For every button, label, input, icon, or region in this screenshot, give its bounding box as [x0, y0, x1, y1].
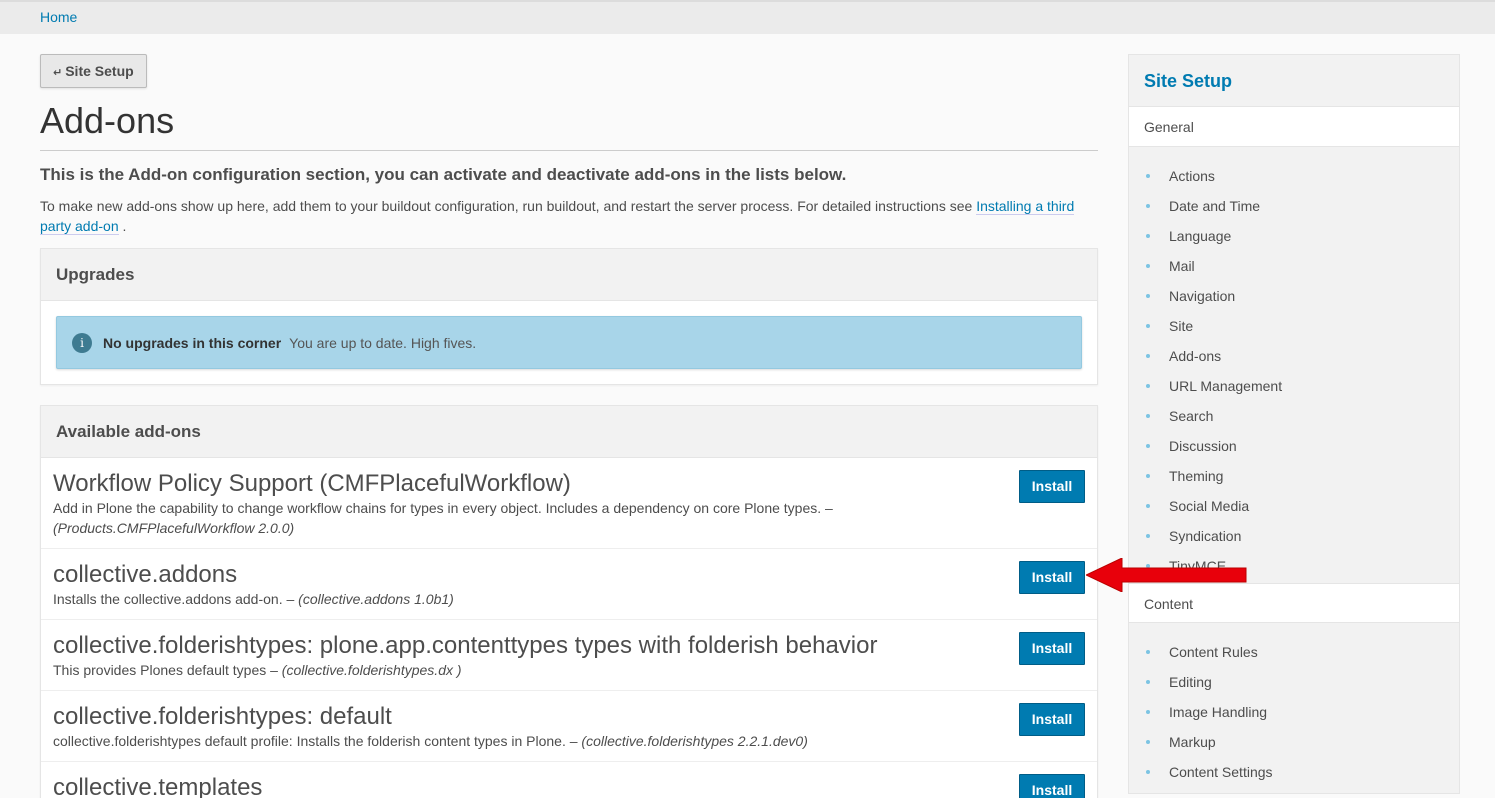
addon-description: collective.folderishtypes default profil… — [53, 733, 808, 749]
info-title: No upgrades in this corner — [103, 334, 282, 351]
portlet-title[interactable]: Site Setup — [1129, 55, 1459, 107]
install-button[interactable]: Install — [1019, 632, 1085, 665]
addon-product: (collective.folderishtypes 2.2.1.dev0) — [581, 733, 808, 749]
sidebar-link-date-and-time[interactable]: Date and Time — [1129, 191, 1459, 221]
content-list: Content Rules Editing Image Handling Markup… — [1129, 623, 1459, 793]
general-list: Actions Date and Time Language Mail Navigati… — [1129, 147, 1459, 583]
sidebar-link-mail[interactable]: Mail — [1129, 251, 1459, 281]
sidebar-link-actions[interactable]: Actions — [1129, 161, 1459, 191]
upgrades-info-message: i No upgrades in this corner You are up … — [56, 316, 1082, 369]
addon-item: collective.folderishtypes: default colle… — [41, 690, 1097, 761]
addon-title: collective.folderishtypes: plone.app.con… — [53, 632, 878, 659]
upgrades-panel: Upgrades i No upgrades in this corner Yo… — [40, 248, 1098, 385]
addon-description: This provides Plones default types – (co… — [53, 662, 462, 678]
sidebar-link-editing[interactable]: Editing — [1129, 667, 1459, 697]
addon-item: collective.addons Installs the collectiv… — [41, 548, 1097, 619]
sidebar-link-navigation[interactable]: Navigation — [1129, 281, 1459, 311]
main-content: ↵ Site Setup Add-ons This is the Add-on c… — [40, 54, 1098, 798]
return-arrow-icon: ↵ — [53, 67, 63, 79]
addon-product: (collective.folderishtypes.dx ) — [281, 662, 462, 678]
addon-description: Installs the collective.addons add-on. –… — [53, 591, 454, 607]
lead-text: This is the Add-on configuration section… — [40, 165, 847, 184]
red-arrow-icon — [1086, 558, 1247, 592]
available-addons-panel: Available add-ons Workflow Policy Suppor… — [40, 405, 1098, 798]
addon-item: collective.templates Install — [41, 761, 1097, 798]
addon-product: (collective.addons 1.0b1) — [298, 591, 454, 607]
description-text: To make new add-ons show up here, add th… — [40, 198, 977, 214]
install-button[interactable]: Install — [1019, 561, 1085, 594]
info-text: You are up to date. High fives. — [289, 334, 477, 351]
sidebar-link-social-media[interactable]: Social Media — [1129, 491, 1459, 521]
site-setup-back-label: Site Setup — [65, 63, 134, 79]
addon-item: collective.folderishtypes: plone.app.con… — [41, 619, 1097, 690]
upgrades-heading: Upgrades — [41, 249, 1097, 301]
general-list-clip: Actions Date and Time Language Mail Navigati… — [1129, 147, 1459, 583]
sidebar-link-discussion[interactable]: Discussion — [1129, 431, 1459, 461]
sidebar-link-language[interactable]: Language — [1129, 221, 1459, 251]
sidebar-link-markup[interactable]: Markup — [1129, 727, 1459, 757]
info-icon: i — [72, 332, 92, 353]
sidebar-link-theming[interactable]: Theming — [1129, 461, 1459, 491]
install-button[interactable]: Install — [1019, 774, 1085, 798]
sidebar-link-url-management[interactable]: URL Management — [1129, 371, 1459, 401]
sidebar-link-add-ons[interactable]: Add-ons — [1129, 341, 1459, 371]
addon-title: collective.addons — [53, 561, 238, 588]
addon-product: (Products.CMFPlacefulWorkflow 2.0.0) — [53, 520, 295, 536]
addon-title: Workflow Policy Support (CMFPlacefulWork… — [53, 470, 571, 497]
site-setup-back-button[interactable]: ↵ Site Setup — [40, 54, 147, 88]
install-button[interactable]: Install — [1019, 703, 1085, 736]
description-suffix: . — [118, 218, 127, 234]
addon-item: Workflow Policy Support (CMFPlacefulWork… — [41, 458, 1097, 548]
description: To make new add-ons show up here, add th… — [40, 196, 1098, 236]
sidebar-link-image-handling[interactable]: Image Handling — [1129, 697, 1459, 727]
sidebar-link-site[interactable]: Site — [1129, 311, 1459, 341]
general-heading: General — [1129, 107, 1459, 147]
site-setup-portlet: Site Setup General Actions Date and Time L… — [1128, 54, 1460, 794]
breadcrumb-home-link[interactable]: Home — [40, 9, 77, 25]
addon-title: collective.folderishtypes: default — [53, 703, 392, 730]
sidebar-link-search[interactable]: Search — [1129, 401, 1459, 431]
available-addons-heading: Available add-ons — [41, 406, 1097, 458]
sidebar-link-syndication[interactable]: Syndication — [1129, 521, 1459, 551]
addon-list: Workflow Policy Support (CMFPlacefulWork… — [41, 458, 1097, 798]
addon-description: Add in Plone the capability to change wo… — [53, 500, 833, 536]
breadcrumb: Home — [0, 0, 1495, 34]
page-title: Add-ons — [40, 100, 1098, 151]
addon-title: collective.templates — [53, 774, 263, 798]
install-button[interactable]: Install — [1019, 470, 1085, 503]
sidebar-link-content-rules[interactable]: Content Rules — [1129, 637, 1459, 667]
sidebar-link-content-settings[interactable]: Content Settings — [1129, 757, 1459, 787]
